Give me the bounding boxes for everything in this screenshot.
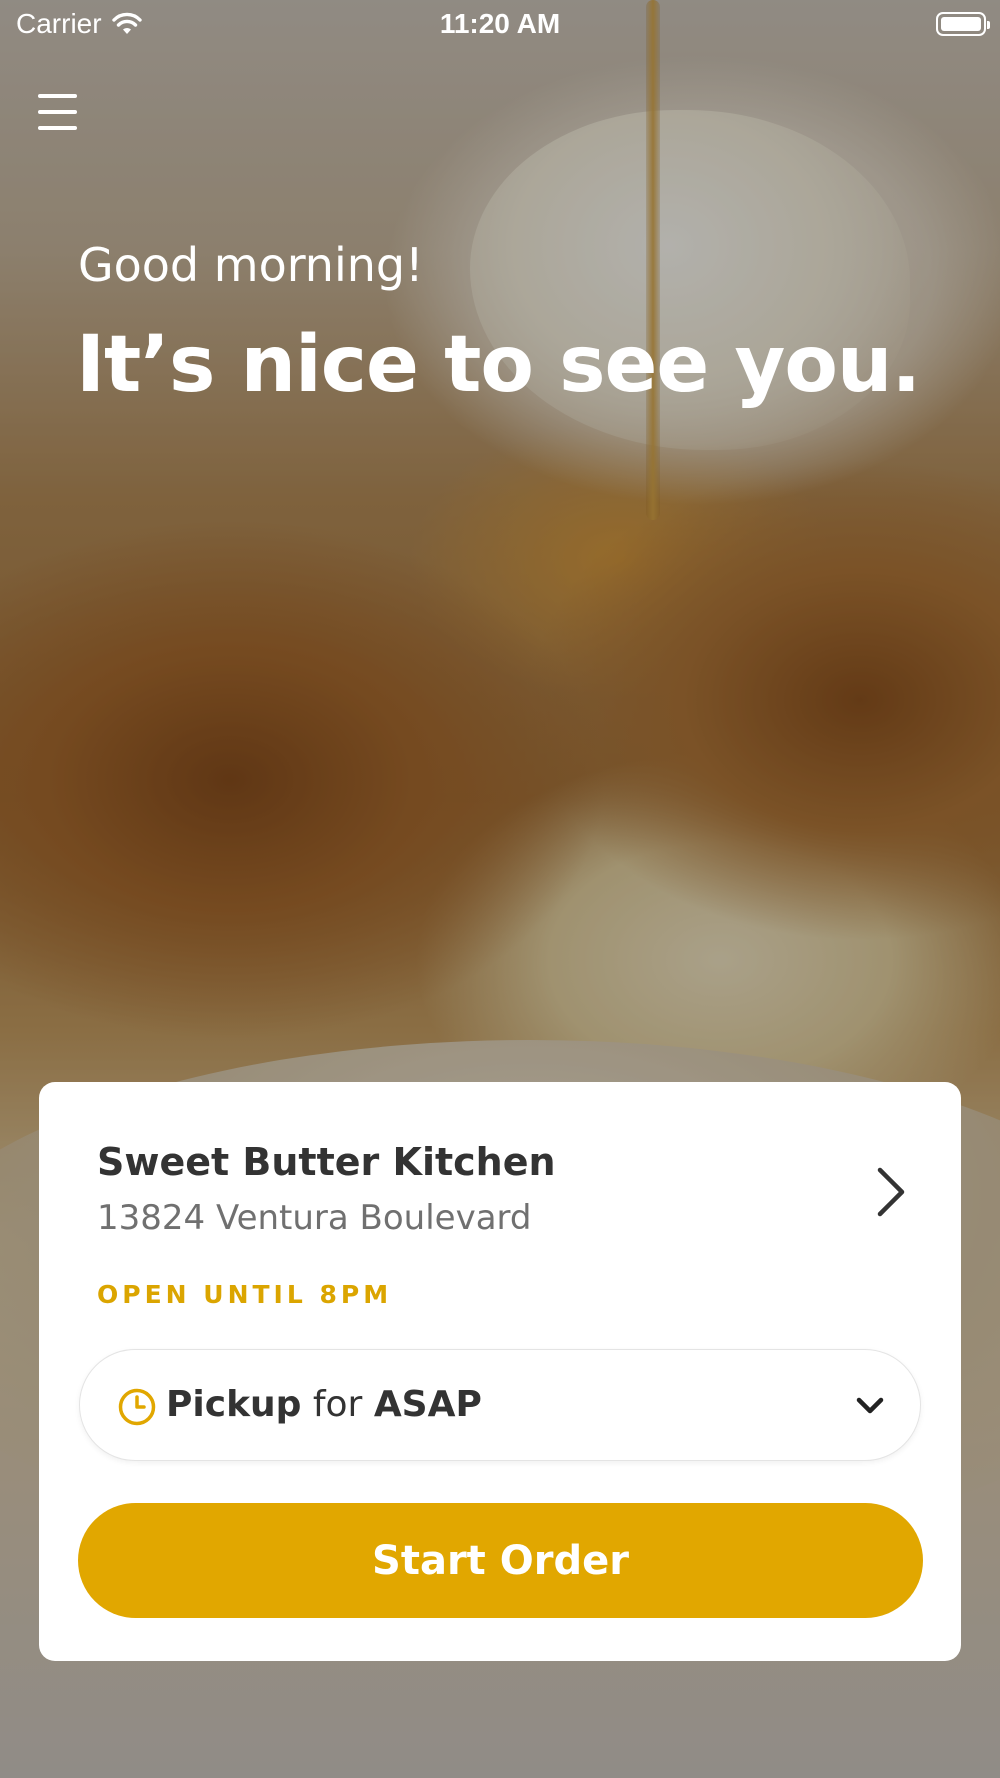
order-connector: for xyxy=(312,1384,363,1425)
hamburger-menu-icon[interactable] xyxy=(38,94,78,130)
start-order-button[interactable]: Start Order xyxy=(78,1503,923,1618)
greeting-text: Good morning! xyxy=(78,238,424,292)
clock-icon xyxy=(118,1388,156,1426)
restaurant-name: Sweet Butter Kitchen xyxy=(97,1140,556,1184)
chevron-down-icon xyxy=(856,1397,884,1414)
opening-hours: OPEN UNTIL 8PM xyxy=(97,1280,393,1309)
status-bar: Carrier 11:20 AM xyxy=(0,0,1000,52)
chevron-right-icon xyxy=(877,1167,905,1217)
order-mode-dropdown[interactable]: Pickup for ASAP xyxy=(79,1349,921,1461)
headline-text: It’s nice to see you. xyxy=(76,320,921,410)
order-mode-label: Pickup for ASAP xyxy=(166,1384,482,1425)
order-method: Pickup xyxy=(166,1384,302,1425)
location-card: Sweet Butter Kitchen 13824 Ventura Boule… xyxy=(39,1082,961,1661)
restaurant-selector[interactable]: Sweet Butter Kitchen 13824 Ventura Boule… xyxy=(39,1082,961,1252)
status-time: 11:20 AM xyxy=(439,8,561,39)
battery-icon xyxy=(936,12,990,36)
restaurant-address: 13824 Ventura Boulevard xyxy=(97,1198,532,1238)
order-time: ASAP xyxy=(373,1384,482,1425)
